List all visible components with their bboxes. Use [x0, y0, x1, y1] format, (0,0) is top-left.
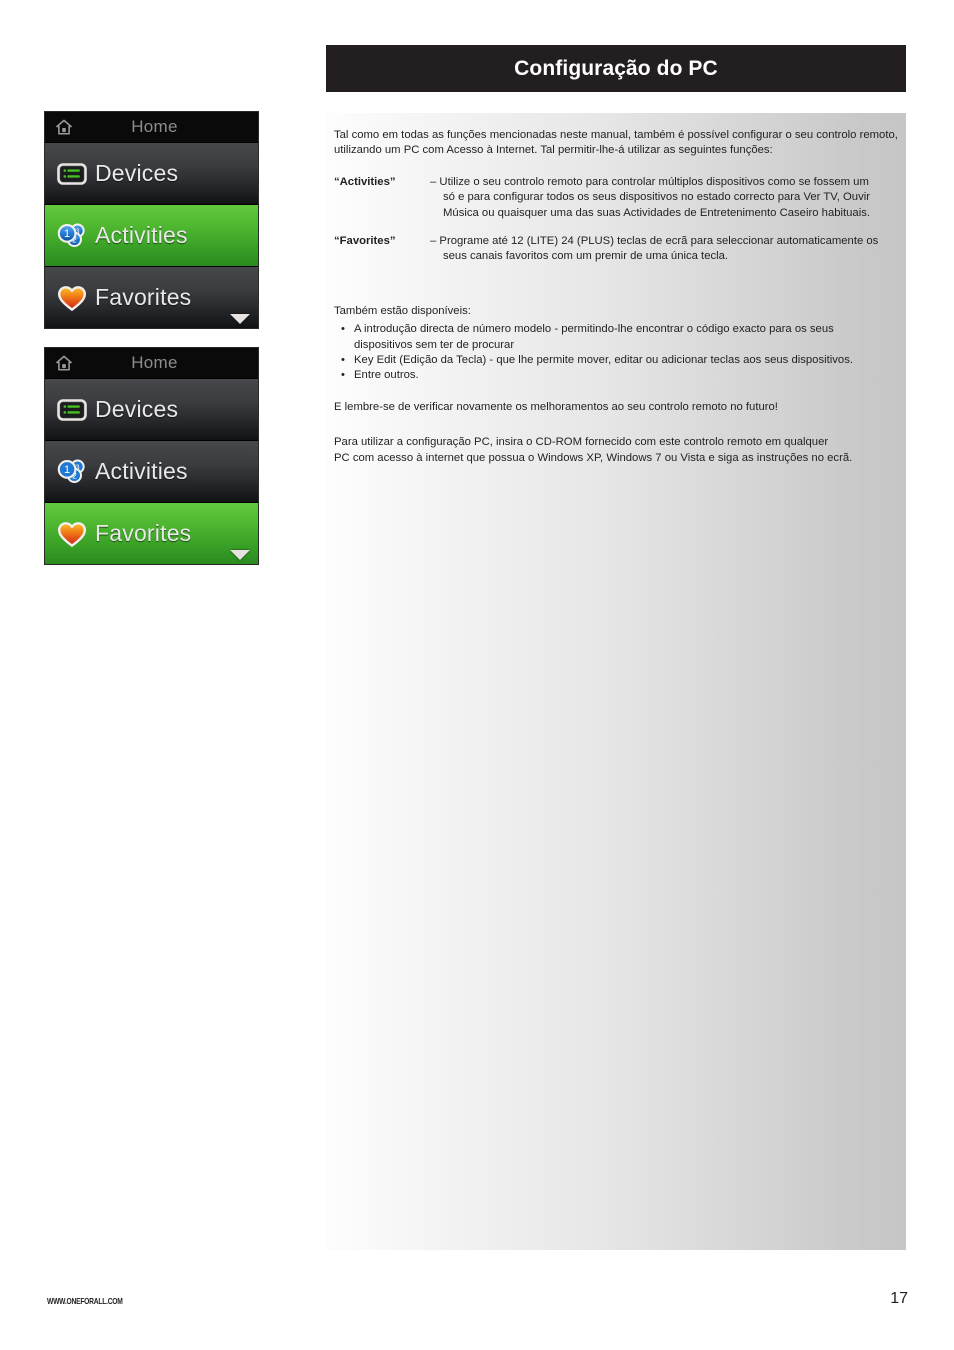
page-title: Configuração do PC [514, 56, 718, 80]
list-item: • Key Edit (Edição da Tecla) - que lhe p… [334, 353, 898, 368]
definition-row-favorites: “Favorites” – Programe até 12 (LITE) 24 … [334, 234, 898, 265]
scroll-down-arrow-icon[interactable] [230, 314, 250, 324]
list-item-line-2: dispositivos sem ter de procurar [354, 338, 515, 351]
reminder-paragraph: E lembre-se de verificar novamente os me… [334, 400, 778, 413]
remote-screen-row-devices[interactable]: Devices [45, 142, 258, 204]
footer-website-url[interactable]: WWW.ONEFORALL.COM [47, 1297, 123, 1306]
remote-screen-row-label: Favorites [95, 284, 192, 310]
closing-line-2: PC com acesso à internet que possua o Wi… [334, 451, 853, 464]
remote-screen-title: Home [131, 353, 178, 372]
svg-text:1: 1 [64, 228, 70, 240]
content-inner: Tal como em todas as funções mencionadas… [334, 128, 898, 466]
also-available-label: Também estão disponíveis: [334, 304, 471, 317]
content-panel: Tal como em todas as funções mencionadas… [326, 113, 906, 1250]
remote-screen-row-favorites[interactable]: Favorites [45, 502, 258, 564]
remote-screen-row-label: Devices [95, 396, 179, 422]
page-header-band: Configuração do PC [326, 45, 906, 92]
definition-term: “Favorites” [334, 235, 396, 248]
remote-screen-titlebar: Home [45, 112, 258, 142]
definition-line-2: seus canais favoritos com um premir de u… [443, 250, 729, 263]
activities-icon: 3 2 1 [55, 455, 89, 489]
definition-line-1: – Utilize o seu controlo remoto para con… [430, 175, 869, 188]
list-item-line-1: Key Edit (Edição da Tecla) - que lhe per… [354, 354, 853, 367]
remote-screen-preview-2: Home Devices 3 2 1 Activities Favorites [45, 348, 258, 564]
favorites-heart-icon [55, 281, 89, 315]
remote-screen-title: Home [131, 117, 178, 136]
list-item: • A introdução directa de número modelo … [334, 322, 898, 353]
remote-screen-row-label: Activities [95, 222, 188, 248]
definition-line-2: só e para configurar todos os seus dispo… [443, 191, 871, 204]
definition-description: – Programe até 12 (LITE) 24 (PLUS) tecla… [430, 234, 898, 265]
scroll-down-arrow-icon[interactable] [230, 550, 250, 560]
definition-description: – Utilize o seu controlo remoto para con… [430, 175, 898, 221]
remote-screen-titlebar: Home [45, 348, 258, 378]
devices-icon [55, 157, 89, 191]
definition-term: “Activities” [334, 175, 396, 188]
bullet-dot-icon: • [341, 369, 345, 382]
closing-line-1: Para utilizar a configuração PC, insira … [334, 436, 829, 449]
remote-screen-row-label: Activities [95, 458, 188, 484]
activities-icon: 3 2 1 [55, 219, 89, 253]
favorites-heart-icon [55, 517, 89, 551]
remote-screen-row-favorites[interactable]: Favorites [45, 266, 258, 328]
definition-line-3: Música ou quaisquer uma das suas Activid… [443, 206, 871, 219]
remote-screen-row-activities[interactable]: 3 2 1 Activities [45, 440, 258, 502]
devices-icon [55, 393, 89, 427]
bullet-dot-icon: • [341, 323, 345, 336]
remote-screen-row-devices[interactable]: Devices [45, 378, 258, 440]
home-icon [55, 118, 73, 136]
remote-screen-row-activities[interactable]: 3 2 1 Activities [45, 204, 258, 266]
definition-row-activities: “Activities” – Utilize o seu controlo re… [334, 175, 898, 221]
remote-screen-row-label: Devices [95, 160, 179, 186]
features-bullet-list: • A introdução directa de número modelo … [334, 322, 898, 384]
intro-paragraph: Tal como em todas as funções mencionadas… [334, 129, 898, 157]
bullet-dot-icon: • [341, 354, 345, 367]
svg-text:1: 1 [64, 464, 70, 476]
home-icon [55, 354, 73, 372]
list-item-line-1: A introdução directa de número modelo - … [354, 323, 834, 336]
page-number: 17 [890, 1290, 908, 1307]
closing-paragraph: Para utilizar a configuração PC, insira … [334, 435, 898, 466]
remote-screen-row-label: Favorites [95, 520, 192, 546]
list-item-line-1: Entre outros. [354, 369, 419, 382]
list-item: • Entre outros. [334, 368, 898, 383]
definition-line-1: – Programe até 12 (LITE) 24 (PLUS) tecla… [430, 235, 879, 248]
remote-screen-preview-1: Home Devices 3 2 1 Activities Favorites [45, 112, 258, 328]
